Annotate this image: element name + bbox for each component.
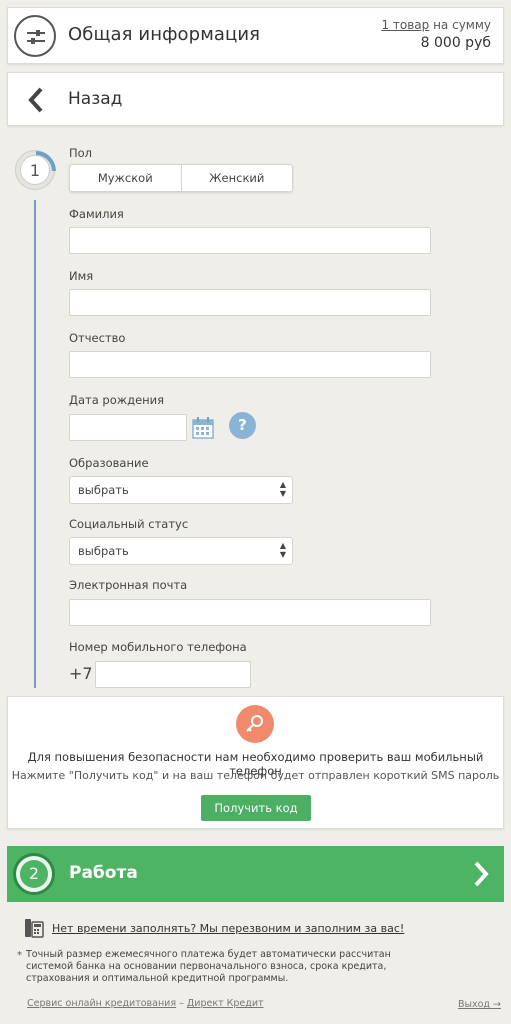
gender-label: Пол	[69, 146, 93, 160]
social-status-label: Социальный статус	[69, 517, 189, 531]
education-select[interactable]: выбрать ▲ ▼	[69, 476, 293, 504]
help-icon[interactable]: ?	[229, 412, 256, 439]
surname-label: Фамилия	[69, 207, 124, 221]
sms-subtitle: Нажмите "Получить код" и на ваш телефон …	[11, 769, 500, 782]
phone-icon	[25, 919, 44, 938]
surname-input[interactable]	[69, 227, 431, 254]
sms-verification-panel: Для повышения безопасности нам необходим…	[7, 696, 504, 829]
service-link[interactable]: Сервис онлайн кредитования	[27, 998, 176, 1009]
exit-link[interactable]: Выход →	[458, 999, 501, 1010]
education-label: Образование	[69, 456, 149, 470]
note-asterisk: *	[17, 950, 22, 961]
step-2-work[interactable]: 2 Работа	[7, 846, 504, 902]
header-title: Общая информация	[68, 24, 261, 45]
gender-male-button[interactable]: Мужской	[70, 165, 181, 191]
select-arrows-icon: ▲ ▼	[279, 480, 286, 498]
brand-link[interactable]: Директ Кредит	[187, 998, 264, 1009]
name-input[interactable]	[69, 289, 431, 316]
back-button[interactable]: Назад	[68, 89, 122, 109]
calendar-icon[interactable]	[192, 417, 214, 439]
email-label: Электронная почта	[69, 578, 188, 592]
phone-label: Номер мобильного телефона	[69, 640, 247, 654]
birthdate-input[interactable]	[69, 414, 187, 441]
birthdate-label: Дата рождения	[69, 393, 165, 407]
footer-service: Сервис онлайн кредитования – Директ Кред…	[27, 998, 264, 1009]
education-selected: выбрать	[78, 483, 129, 497]
select-arrows-icon: ▲ ▼	[279, 541, 286, 559]
step-progress-ring-icon	[36, 151, 56, 171]
name-label: Имя	[69, 269, 94, 283]
step-timeline	[34, 200, 36, 688]
sliders-icon[interactable]	[14, 15, 56, 57]
patronymic-input[interactable]	[69, 351, 431, 378]
step-2-number: 2	[20, 860, 48, 888]
phone-prefix: +7	[69, 664, 93, 683]
social-status-selected: выбрать	[78, 544, 129, 558]
chevron-left-icon[interactable]	[26, 86, 46, 114]
back-bar[interactable]: Назад	[7, 72, 504, 126]
payment-note: Точный размер ежемесячного платежа будет…	[26, 949, 391, 984]
key-icon	[236, 705, 274, 743]
cart-suffix: на сумму	[429, 18, 491, 32]
step-2-indicator: 2	[13, 853, 55, 895]
callback-link[interactable]: Нет времени заполнять? Мы перезвоним и з…	[52, 922, 404, 935]
social-status-select[interactable]: выбрать ▲ ▼	[69, 537, 293, 565]
get-code-button[interactable]: Получить код	[201, 795, 311, 821]
gender-female-button[interactable]: Женский	[180, 165, 293, 191]
phone-input[interactable]	[95, 661, 251, 688]
email-input[interactable]	[69, 599, 431, 626]
footer-separator: –	[176, 998, 187, 1009]
cart-items-link[interactable]: 1 товар	[381, 18, 429, 32]
gender-toggle: Мужской Женский	[69, 164, 293, 192]
chevron-right-icon[interactable]	[472, 860, 490, 888]
cart-sum: 8 000 руб	[420, 35, 491, 51]
step-2-title: Работа	[69, 863, 138, 883]
patronymic-label: Отчество	[69, 331, 126, 345]
cart-summary: 1 товар на сумму 8 000 руб	[381, 18, 491, 51]
summary-header: Общая информация 1 товар на сумму 8 000 …	[7, 7, 504, 64]
